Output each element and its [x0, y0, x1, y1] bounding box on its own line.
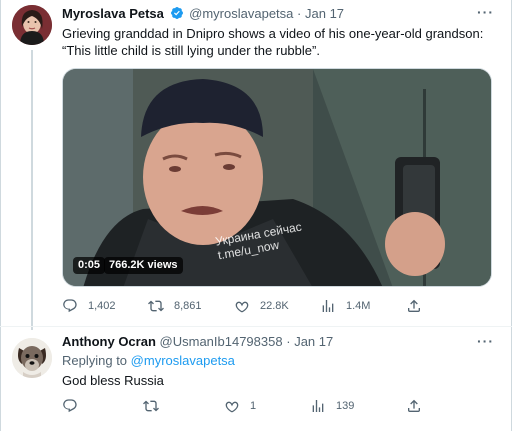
tweet-text: God bless Russia: [62, 373, 164, 388]
author-name[interactable]: Anthony Ocran: [62, 334, 156, 349]
replying-to-label: Replying to: [62, 353, 128, 368]
author-name[interactable]: Myroslava Petsa: [62, 6, 164, 21]
like-button[interactable]: 1: [224, 398, 256, 414]
tweet-text: Grieving granddad in Dnipro shows a vide…: [62, 26, 484, 58]
avatar-portrait-icon: [12, 5, 52, 45]
views-button[interactable]: 1.4M: [320, 298, 370, 314]
retweet-button[interactable]: [143, 398, 169, 414]
avatar[interactable]: [12, 338, 52, 378]
retweet-icon: [143, 400, 159, 412]
view-count: 139: [336, 400, 355, 412]
tweet-date[interactable]: Jan 17: [294, 334, 333, 349]
like-count: 22.8K: [260, 300, 289, 312]
replying-to: Replying to @myroslavapetsa: [62, 353, 235, 368]
heart-icon: [235, 301, 249, 313]
tweet-anthony-ocran[interactable]: Anthony Ocran @UsmanIb14798358 · Jan 17 …: [0, 326, 512, 431]
analytics-icon: [312, 400, 324, 412]
share-button[interactable]: [406, 398, 432, 414]
more-dots-icon[interactable]: ···: [477, 4, 494, 20]
share-button[interactable]: [406, 298, 432, 314]
view-count: 1.4M: [346, 300, 371, 312]
share-icon: [408, 299, 420, 312]
reply-button[interactable]: 1,402: [62, 298, 116, 314]
retweet-icon: [148, 300, 164, 312]
views-button[interactable]: 139: [310, 398, 354, 414]
more-dots-icon[interactable]: ···: [477, 333, 494, 349]
video-player[interactable]: Украина сейчас t.me/u_now 0:05 766.2K vi…: [62, 68, 492, 287]
avatar-dog-icon: [12, 338, 52, 378]
reply-icon: [63, 299, 77, 313]
verified-badge-icon: [170, 6, 184, 24]
video-views-badge: 766.2K views: [104, 257, 183, 274]
like-count: 1: [250, 400, 257, 412]
analytics-icon: [322, 300, 334, 312]
reply-count: 1,402: [88, 300, 116, 312]
author-handle[interactable]: @UsmanIb14798358: [160, 334, 283, 349]
video-duration-badge: 0:05: [73, 257, 106, 274]
like-button[interactable]: 22.8K: [234, 298, 289, 314]
heart-icon: [225, 401, 239, 413]
tweet-date[interactable]: Jan 17: [305, 6, 344, 21]
tweet-actions: 1,402 8,861 22.8K 1.4M: [62, 298, 492, 316]
author-handle[interactable]: @myroslavapetsa: [189, 6, 293, 21]
tweet-myroslava-petsa[interactable]: Myroslava Petsa @myroslavapetsa · Jan 17…: [0, 0, 512, 330]
avatar[interactable]: [12, 5, 52, 45]
tweet-actions: 1 139: [62, 398, 492, 416]
retweet-count: 8,861: [174, 300, 202, 312]
reply-icon: [63, 399, 77, 413]
reply-button[interactable]: [62, 398, 88, 414]
replying-to-mention[interactable]: @myroslavapetsa: [131, 353, 235, 368]
tweet-header: Anthony Ocran @UsmanIb14798358 · Jan 17: [62, 334, 333, 350]
tweet-header: Myroslava Petsa @myroslavapetsa · Jan 17: [62, 6, 344, 24]
retweet-button[interactable]: 8,861: [148, 298, 202, 314]
separator-dot: ·: [286, 334, 291, 349]
thread-line: [31, 50, 33, 330]
share-icon: [408, 399, 420, 412]
separator-dot: ·: [297, 6, 302, 21]
video-thumbnail: [63, 69, 491, 286]
